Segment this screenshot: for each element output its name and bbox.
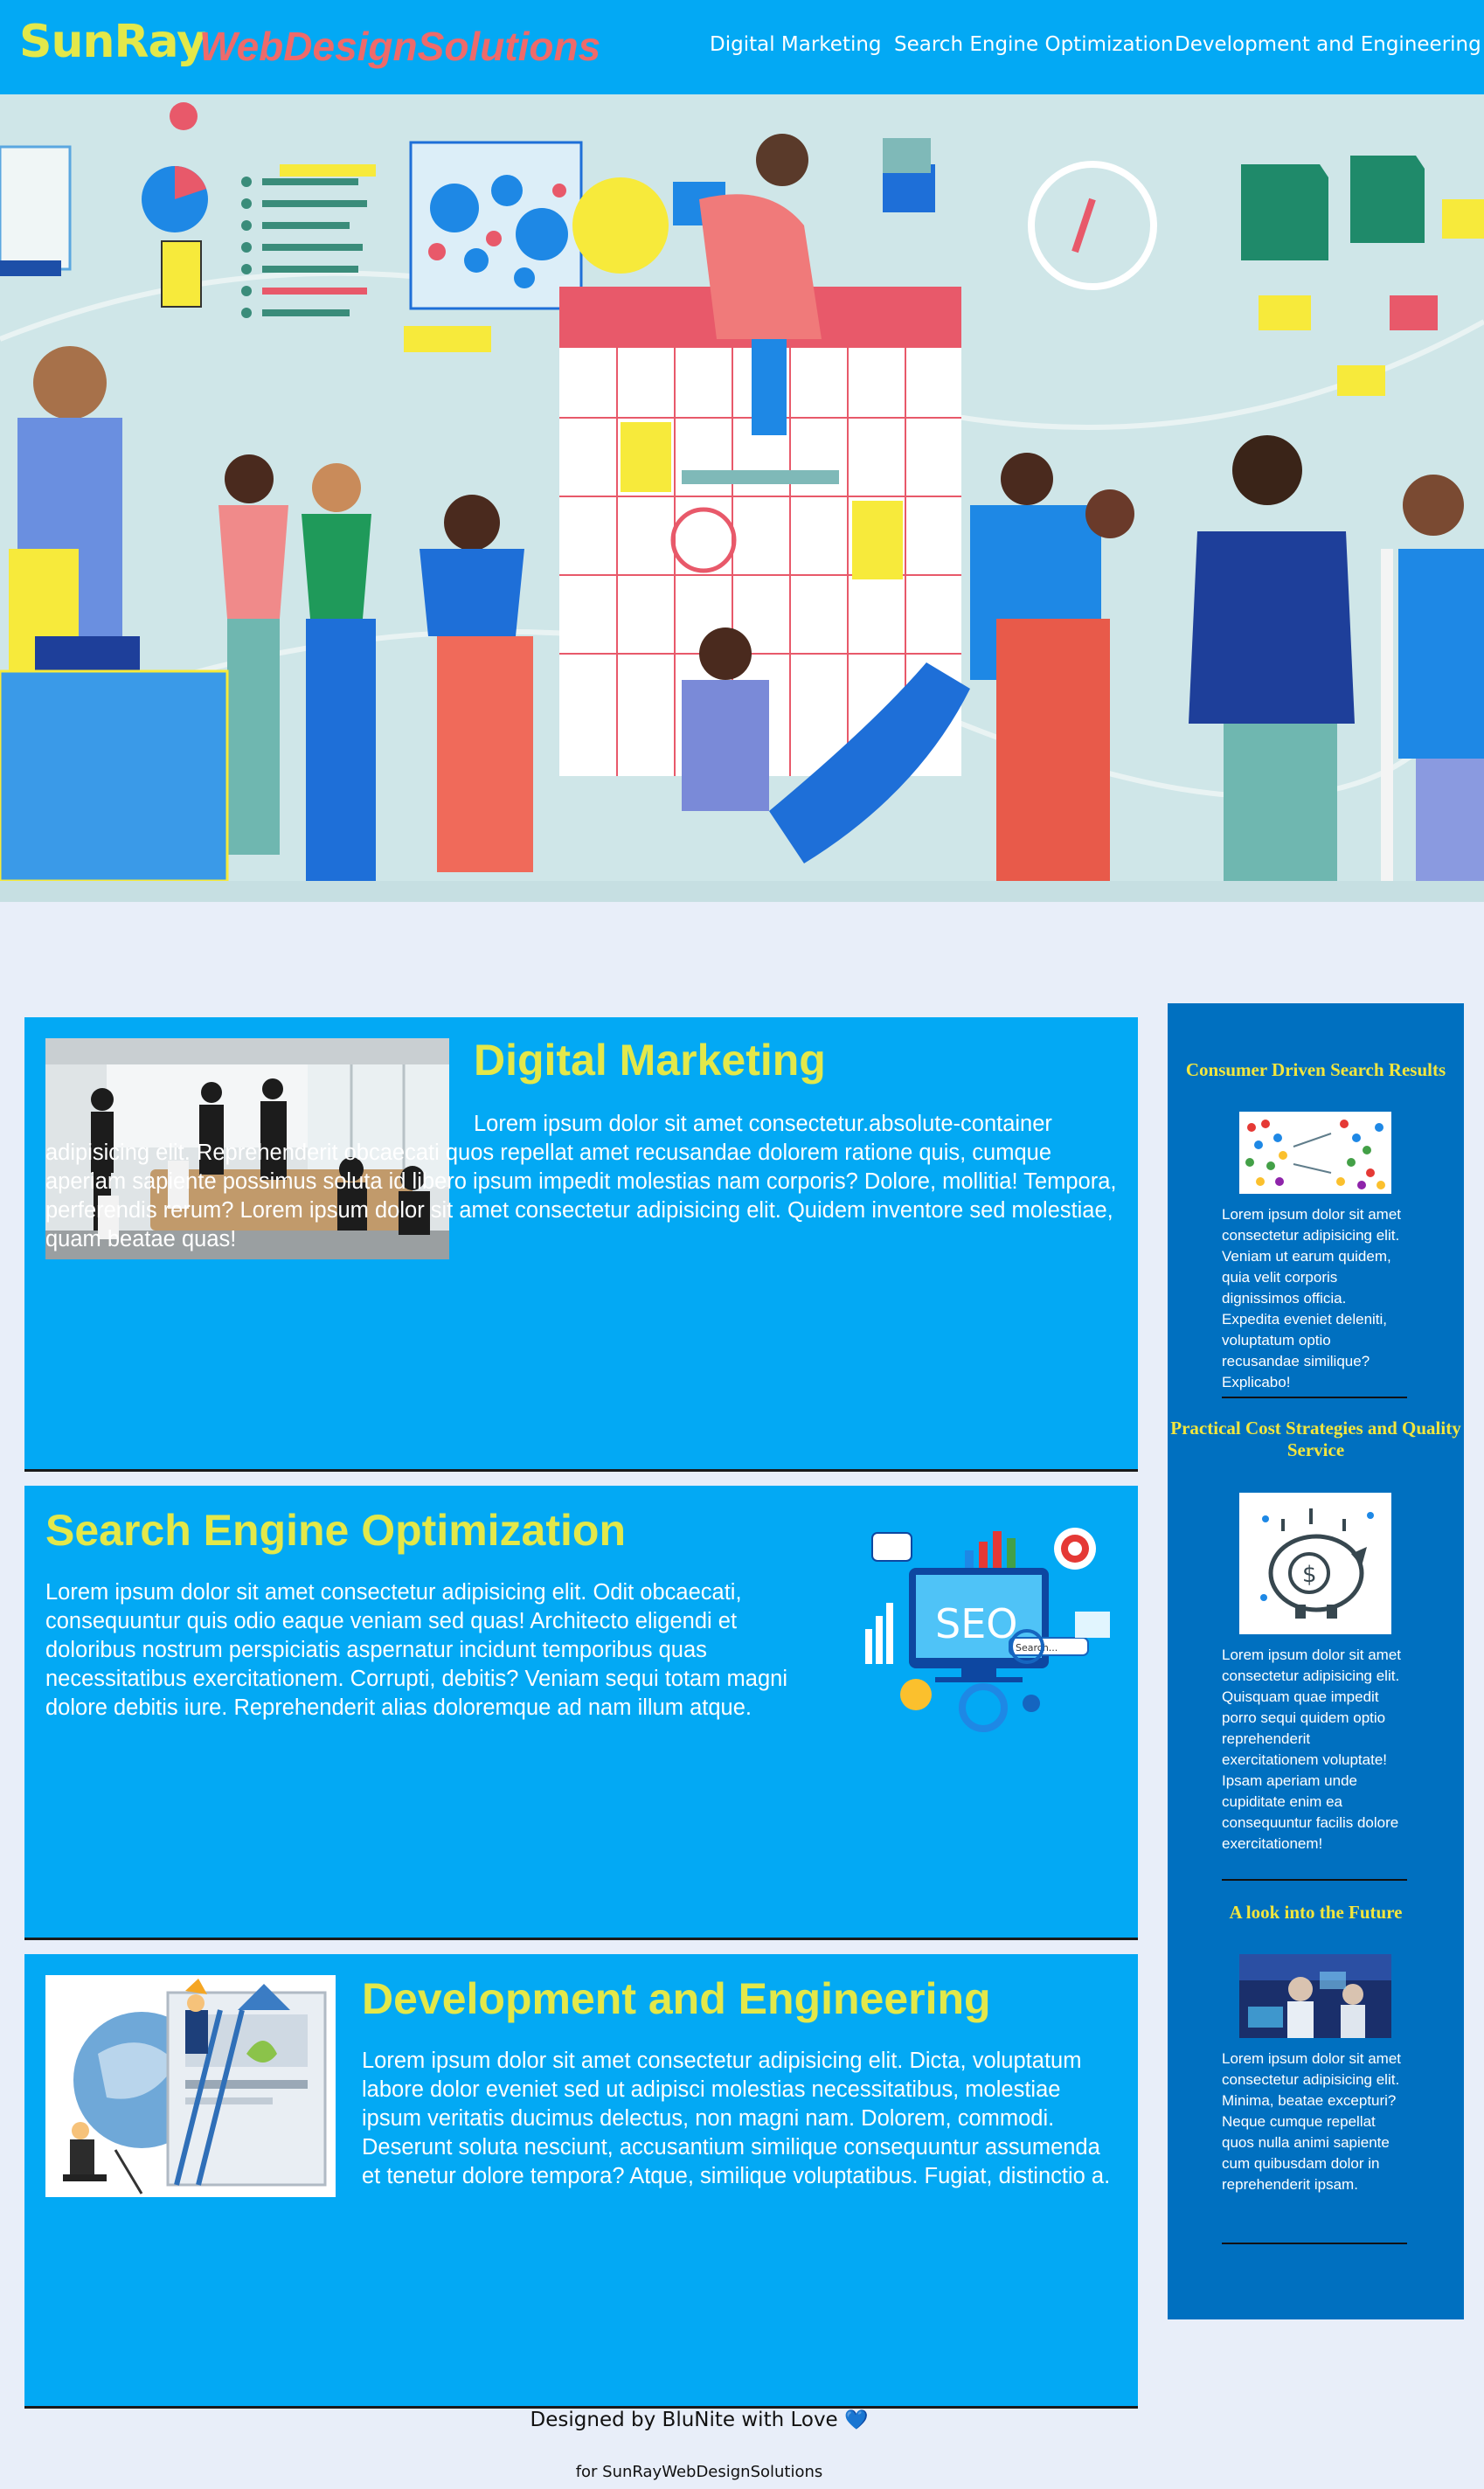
section-seo: Search Engine Optimization Lorem ipsum d…: [24, 1486, 1138, 1940]
section-body: Lorem ipsum dolor sit amet consectetur.a…: [45, 1112, 1117, 1251]
nav-digital-marketing[interactable]: Digital Marketing: [710, 33, 882, 56]
footer-credit-text: Designed by BluNite with Love: [530, 2409, 838, 2431]
nav-seo[interactable]: Search Engine Optimization: [894, 33, 1174, 56]
aside-body: Lorem ipsum dolor sit amet consectetur a…: [1222, 2050, 1402, 2193]
search-text: Search...: [1016, 1642, 1058, 1654]
brand-sunray[interactable]: SunRay: [19, 16, 206, 68]
team-planning-illustration: [0, 94, 1484, 902]
aside-body: Lorem ipsum dolor sit amet consectetur a…: [1222, 1206, 1402, 1390]
aside-divider: [1222, 1397, 1407, 1398]
aside-title: Practical Cost Strategies and Quality Se…: [1170, 1418, 1461, 1460]
future-tech-photo: [1239, 1954, 1391, 2038]
aside-divider: [1222, 1879, 1407, 1881]
aside-body: Lorem ipsum dolor sit amet consectetur a…: [1222, 1647, 1402, 1852]
nav-development-engineering[interactable]: Development and Engineering: [1175, 33, 1481, 56]
footer-for-line: for SunRayWebDesignSolutions: [575, 2463, 823, 2481]
blue-heart-icon: 💙: [844, 2409, 869, 2431]
footer-credit: Designed by BluNite with Love 💙: [0, 2409, 1398, 2431]
seo-illustration: SEO Search...: [865, 1507, 1119, 1734]
section-digital-marketing: Digital Marketing Lorem ipsum dolor sit …: [24, 1017, 1138, 1472]
section-body: Lorem ipsum dolor sit amet consectetur a…: [45, 1580, 788, 1720]
seo-text: SEO: [935, 1600, 1017, 1647]
site-header: SunRay WebDesignSolutions Digital Market…: [0, 0, 1484, 94]
brand-webdesignsolutions[interactable]: WebDesignSolutions: [199, 23, 600, 70]
aside-title: A look into the Future: [1229, 1902, 1403, 1923]
svg-text:$: $: [1302, 1562, 1317, 1588]
engineering-illustration: [45, 1975, 336, 2197]
section-title: Digital Marketing: [474, 1036, 826, 1085]
sidebar: Consumer Driven Search Results Lorem ips…: [1168, 1003, 1464, 2319]
section-title: Development and Engineering: [362, 1974, 991, 2023]
section-title: Search Engine Optimization: [45, 1506, 626, 1555]
hero-illustration: [0, 94, 1484, 902]
people-network-icon: [1239, 1112, 1391, 1194]
section-body: Lorem ipsum dolor sit amet consectetur a…: [362, 2049, 1111, 2188]
piggy-bank-icon: $: [1239, 1493, 1391, 1634]
section-development-engineering: Development and Engineering Lorem ipsum …: [24, 1954, 1138, 2409]
aside-title: Consumer Driven Search Results: [1185, 1059, 1446, 1080]
aside-divider: [1222, 2243, 1407, 2244]
